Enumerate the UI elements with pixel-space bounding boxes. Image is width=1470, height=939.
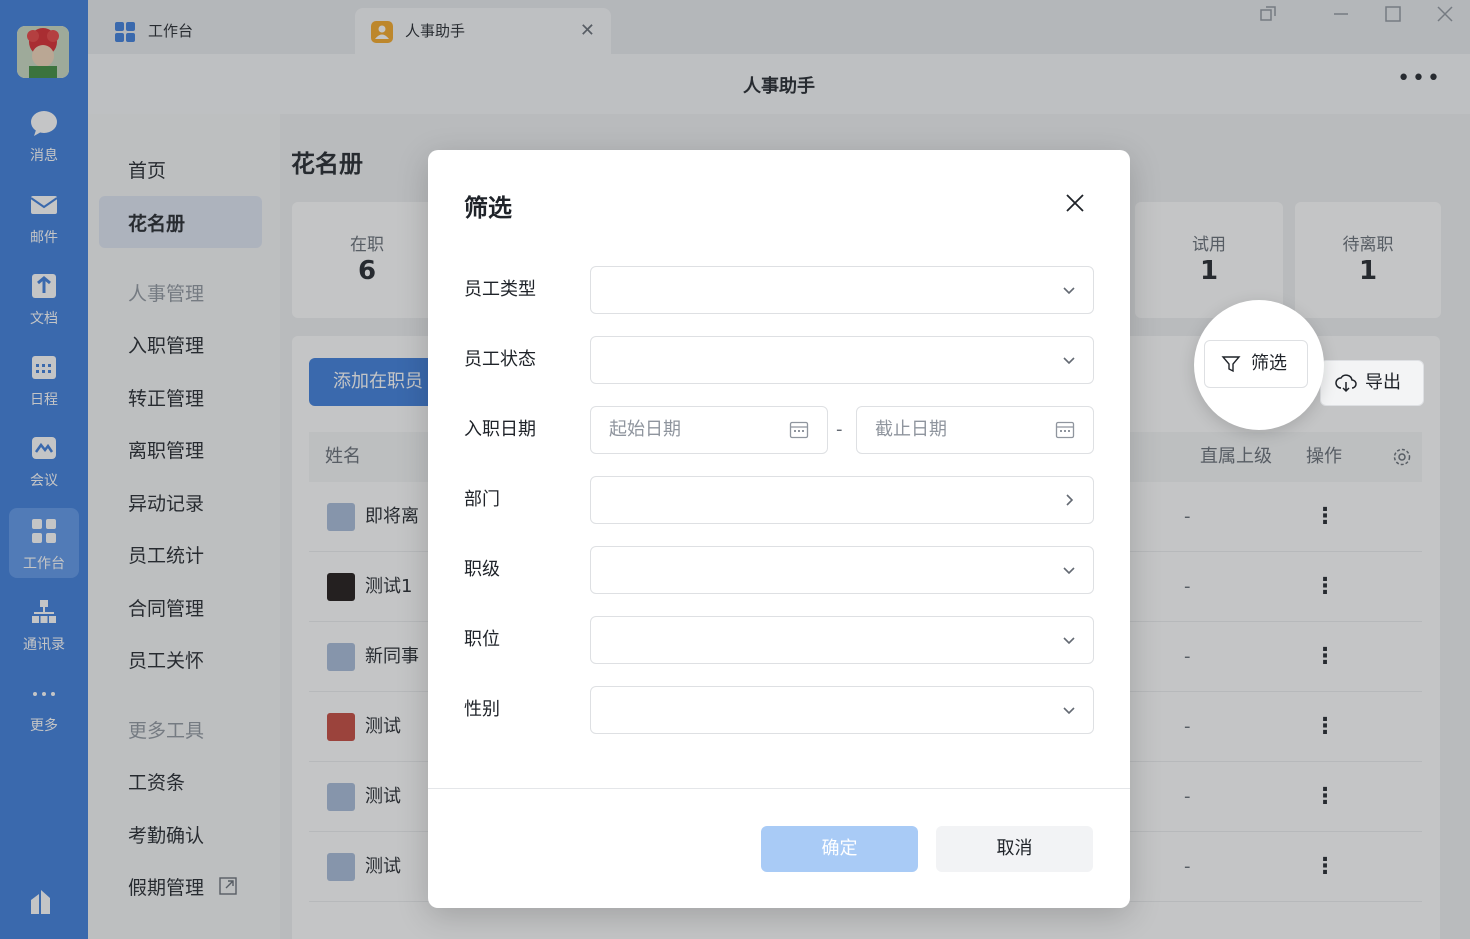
export-label: 导出 bbox=[1365, 372, 1401, 393]
cancel-button[interactable]: 取消 bbox=[936, 826, 1093, 872]
field-label-employee-type: 员工类型 bbox=[464, 279, 536, 300]
close-icon[interactable] bbox=[1062, 190, 1088, 216]
department-picker[interactable] bbox=[590, 476, 1094, 524]
rank-select[interactable] bbox=[590, 546, 1094, 594]
position-select[interactable] bbox=[590, 616, 1094, 664]
field-label-department: 部门 bbox=[464, 489, 500, 510]
chevron-down-icon bbox=[1063, 707, 1075, 715]
hire-date-end-input[interactable]: 截止日期 bbox=[856, 406, 1094, 454]
field-label-hire-date: 入职日期 bbox=[464, 419, 536, 440]
field-label-employee-status: 员工状态 bbox=[464, 349, 536, 370]
dialog-divider bbox=[428, 788, 1130, 789]
employee-type-select[interactable] bbox=[590, 266, 1094, 314]
chevron-down-icon bbox=[1063, 287, 1075, 295]
field-label-rank: 职级 bbox=[464, 559, 500, 580]
hire-date-start-input[interactable]: 起始日期 bbox=[590, 406, 828, 454]
chevron-down-icon bbox=[1063, 357, 1075, 365]
field-label-position: 职位 bbox=[464, 629, 500, 650]
chevron-right-icon bbox=[1066, 494, 1074, 506]
calendar-icon bbox=[789, 421, 809, 439]
cloud-download-icon bbox=[1335, 374, 1357, 393]
field-label-gender: 性别 bbox=[464, 699, 500, 720]
filter-spotlight: 筛选 bbox=[1194, 300, 1324, 430]
confirm-button[interactable]: 确定 bbox=[761, 826, 918, 872]
filter-label: 筛选 bbox=[1251, 353, 1287, 374]
employee-status-select[interactable] bbox=[590, 336, 1094, 384]
date-start-placeholder: 起始日期 bbox=[609, 419, 681, 440]
filter-button[interactable]: 筛选 bbox=[1204, 340, 1308, 388]
date-range-separator: - bbox=[836, 419, 843, 440]
app-window: 消息 邮件 文档 日程 会议 工作台 通讯录 更多 工作台 人事助手 ✕ 人事助… bbox=[0, 0, 1470, 939]
dialog-title: 筛选 bbox=[464, 194, 512, 222]
chevron-down-icon bbox=[1063, 567, 1075, 575]
filter-dialog: 筛选 员工类型 员工状态 入职日期 起始日期 - 截止日期 部门 职级 职位 性… bbox=[428, 150, 1130, 908]
calendar-icon bbox=[1055, 421, 1075, 439]
date-end-placeholder: 截止日期 bbox=[875, 419, 947, 440]
filter-icon bbox=[1221, 356, 1241, 373]
chevron-down-icon bbox=[1063, 637, 1075, 645]
export-button[interactable]: 导出 bbox=[1320, 360, 1424, 406]
gender-select[interactable] bbox=[590, 686, 1094, 734]
